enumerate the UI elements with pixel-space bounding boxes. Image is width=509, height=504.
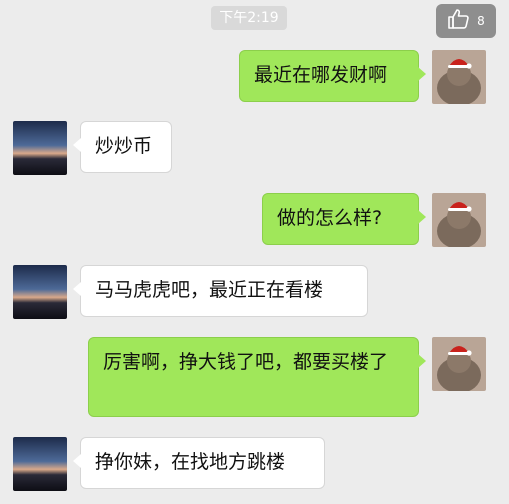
like-count: 8: [477, 14, 485, 28]
incoming-message[interactable]: 炒炒币: [73, 121, 172, 173]
message-text: 炒炒币: [95, 135, 153, 157]
incoming-message[interactable]: 马马虎虎吧，最近正在看楼: [73, 265, 368, 317]
outgoing-message[interactable]: 做的怎么样?: [262, 193, 426, 245]
message-text: 挣你妹，在找地方跳楼: [95, 451, 286, 473]
message-timestamp: 下午2:19: [211, 6, 287, 30]
contact-avatar[interactable]: [13, 437, 67, 491]
thumbs-up-icon: [447, 7, 471, 35]
outgoing-message[interactable]: 厉害啊，挣大钱了吧，都要买楼了: [88, 337, 426, 417]
message-text: 厉害啊，挣大钱了吧，都要买楼了: [103, 351, 389, 373]
incoming-message[interactable]: 挣你妹，在找地方跳楼: [73, 437, 325, 489]
message-text: 最近在哪发财啊: [254, 64, 388, 86]
my-avatar[interactable]: [432, 337, 486, 391]
my-avatar[interactable]: [432, 50, 486, 104]
contact-avatar[interactable]: [13, 265, 67, 319]
my-avatar[interactable]: [432, 193, 486, 247]
like-badge[interactable]: 8: [436, 4, 496, 38]
message-text: 做的怎么样?: [277, 207, 383, 229]
outgoing-message[interactable]: 最近在哪发财啊: [239, 50, 426, 102]
contact-avatar[interactable]: [13, 121, 67, 175]
message-text: 马马虎虎吧，最近正在看楼: [95, 279, 324, 301]
